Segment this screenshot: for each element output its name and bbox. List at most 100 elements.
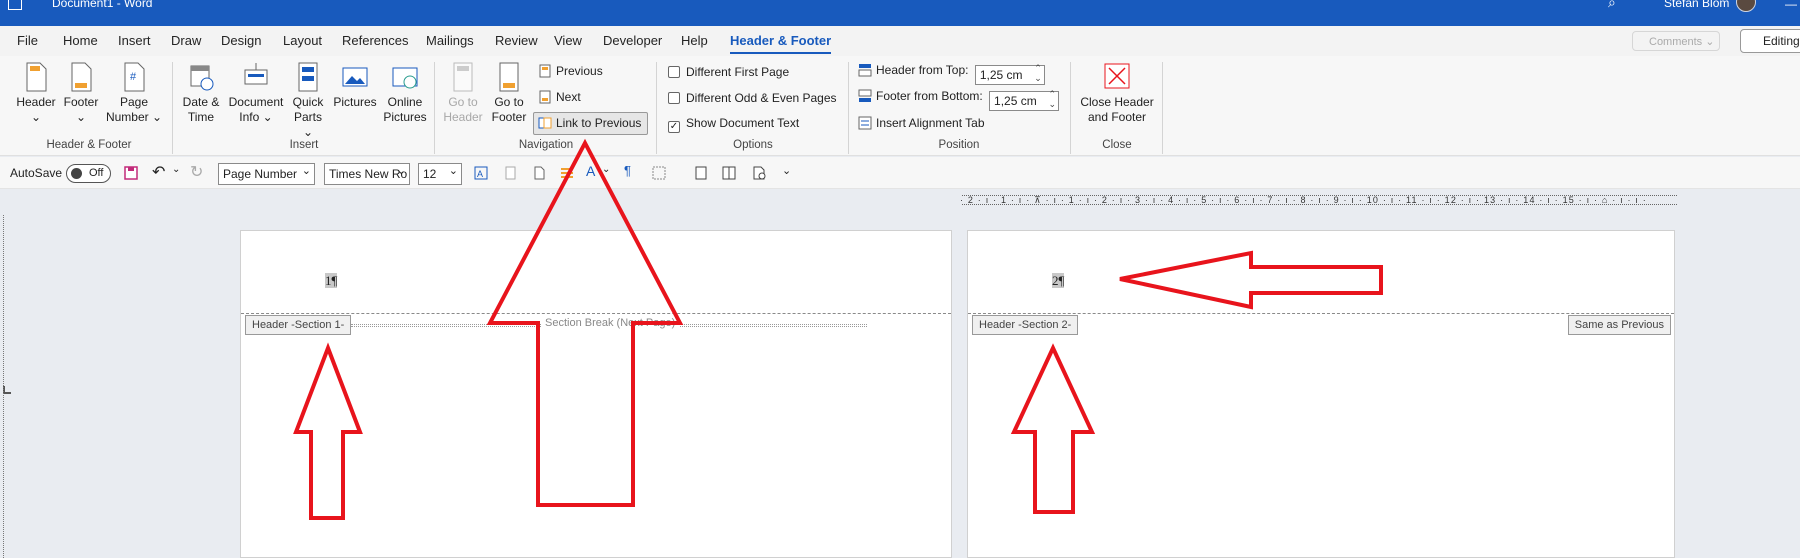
page-1[interactable]: 1¶ Section Break (Next Page) Header -Sec… — [240, 230, 952, 558]
page-number-button[interactable]: # Page Number ⌄ — [104, 62, 164, 125]
document-title: Document1 - Word — [52, 0, 153, 10]
footer-label: Footer — [63, 95, 99, 109]
different-odd-even-checkbox[interactable]: Different Odd & Even Pages — [668, 91, 837, 105]
online-pictures-label-2: Pictures — [383, 110, 427, 124]
vertical-ruler[interactable] — [3, 215, 9, 558]
date-time-button[interactable]: Date & Time — [178, 62, 224, 125]
go-to-footer-button[interactable]: Go to Footer — [486, 62, 532, 125]
minimize-button[interactable]: — — [1785, 0, 1797, 11]
tab-help[interactable]: Help — [681, 33, 708, 48]
different-first-page-checkbox[interactable]: Different First Page — [668, 65, 789, 79]
tab-draw[interactable]: Draw — [171, 33, 201, 48]
pictures-button[interactable]: Pictures — [330, 62, 380, 110]
comments-button[interactable]: Comments ⌄ — [1632, 31, 1720, 51]
footer-button[interactable]: Footer ⌄ — [58, 62, 104, 125]
tab-references[interactable]: References — [342, 33, 408, 48]
columns-icon[interactable] — [722, 166, 736, 180]
close-icon — [1104, 63, 1130, 89]
group-label-insert: Insert — [289, 139, 319, 151]
link-to-previous-label: Link to Previous — [556, 116, 642, 130]
calendar-icon — [190, 65, 214, 91]
page-number-icon: # — [124, 62, 145, 92]
autosave-state: Off — [89, 167, 104, 179]
blank-page-icon[interactable] — [532, 166, 546, 180]
text-effects-icon[interactable]: A — [586, 163, 600, 179]
document-properties-icon[interactable] — [752, 166, 766, 180]
header-label: Header — [16, 95, 56, 109]
footer-chevron-icon: ⌄ — [75, 110, 87, 124]
text-effects-chevron-icon[interactable]: ⌄ — [602, 164, 616, 178]
autosave-toggle[interactable]: Off — [66, 164, 111, 183]
tab-layout[interactable]: Layout — [283, 33, 322, 48]
different-odd-even-label: Different Odd & Even Pages — [686, 91, 837, 105]
tab-developer[interactable]: Developer — [603, 33, 662, 48]
group-label-header-footer: Header & Footer — [46, 139, 132, 151]
tab-mailings[interactable]: Mailings — [426, 33, 474, 48]
group-separator — [434, 62, 435, 154]
text-box-icon[interactable]: A — [474, 166, 488, 180]
save-icon[interactable] — [124, 166, 138, 180]
document-info-button[interactable]: Document Info ⌄ — [226, 62, 286, 125]
group-separator — [172, 62, 173, 154]
avatar[interactable] — [1736, 0, 1756, 12]
document-info-icon — [244, 63, 268, 85]
page-icon[interactable] — [694, 166, 708, 180]
undo-dropdown-chevron-icon[interactable]: ⌄ — [172, 164, 186, 178]
header-position-icon — [858, 64, 872, 77]
header-from-top-spinner[interactable]: 1,25 cm — [974, 63, 1045, 85]
page-number-text: 1¶ — [325, 273, 338, 288]
tab-header-footer[interactable]: Header & Footer — [730, 33, 832, 54]
ribbon-tabs: File Home Insert Draw Design Layout Refe… — [0, 26, 1800, 56]
tab-design[interactable]: Design — [221, 33, 261, 48]
next-button[interactable]: Next — [538, 90, 581, 104]
page-number-label-1: Page — [119, 95, 149, 109]
search-icon[interactable]: ⌕ — [1608, 0, 1616, 11]
customize-toolbar-chevron-icon[interactable]: ⌄ — [782, 164, 796, 178]
page-copy-icon[interactable] — [504, 166, 518, 180]
page-2[interactable]: 2¶ Header -Section 2- Same as Previous — [967, 230, 1675, 558]
redo-icon[interactable]: ↻ — [190, 162, 204, 181]
link-to-previous-button[interactable]: Link to Previous — [533, 112, 648, 135]
go-to-footer-label-1: Go to — [494, 95, 524, 109]
previous-button[interactable]: Previous — [538, 64, 603, 78]
go-to-footer-icon — [499, 62, 519, 92]
paragraph-mark-icon[interactable]: ¶ — [624, 163, 638, 178]
quick-access-toolbar: AutoSave Off ↶ ⌄ ↻ Page Number Times New… — [0, 157, 1800, 189]
style-dropdown[interactable]: Page Number — [218, 163, 315, 185]
group-separator — [1070, 62, 1071, 154]
header-from-top-control: Header from Top: 1,25 cm — [858, 63, 1045, 85]
alignment-tab-icon — [858, 116, 872, 130]
ruler-labels: · 2 · ı · 1 · ı · ⊼ · ı · 1 · ı · 2 · ı … — [960, 195, 1648, 205]
undo-icon[interactable]: ↶ — [152, 162, 166, 181]
selection-pane-icon[interactable] — [652, 166, 666, 180]
user-name[interactable]: Stefan Blom — [1664, 0, 1729, 10]
close-header-footer-button[interactable]: Close Header and Footer — [1078, 62, 1156, 125]
group-separator — [656, 62, 657, 154]
tab-view[interactable]: View — [554, 33, 582, 48]
highlight-lines-icon[interactable] — [560, 166, 574, 180]
page-number-text: 2¶ — [1052, 273, 1065, 288]
word-app-icon[interactable] — [8, 0, 22, 10]
editing-mode-button[interactable]: Editing — [1740, 29, 1800, 53]
next-icon — [539, 90, 551, 104]
tab-home[interactable]: Home — [63, 33, 98, 48]
page-number-field[interactable]: 1¶ — [325, 273, 338, 289]
header-button[interactable]: Header ⌄ — [14, 62, 58, 125]
quick-parts-icon — [298, 62, 318, 92]
tab-insert[interactable]: Insert — [118, 33, 151, 48]
tab-review[interactable]: Review — [495, 33, 538, 48]
footer-from-bottom-spinner[interactable]: 1,25 cm — [989, 89, 1060, 111]
show-document-text-checkbox[interactable]: ✓ Show Document Text — [668, 116, 799, 133]
tab-file[interactable]: File — [17, 33, 38, 48]
header-boundary — [241, 313, 951, 314]
font-size-dropdown[interactable]: 12 — [418, 163, 462, 185]
insert-alignment-tab-button[interactable]: Insert Alignment Tab — [858, 116, 985, 130]
online-pictures-button[interactable]: Online Pictures — [380, 62, 430, 125]
document-info-label-1: Document — [228, 95, 284, 109]
go-to-header-icon — [453, 62, 473, 92]
svg-text:#: # — [130, 71, 137, 83]
page-number-field[interactable]: 2¶ — [1052, 273, 1065, 289]
quick-parts-button[interactable]: Quick Parts ⌄ — [288, 62, 328, 140]
go-to-header-button[interactable]: Go to Header — [440, 62, 486, 125]
font-dropdown[interactable]: Times New Ro — [324, 163, 410, 185]
